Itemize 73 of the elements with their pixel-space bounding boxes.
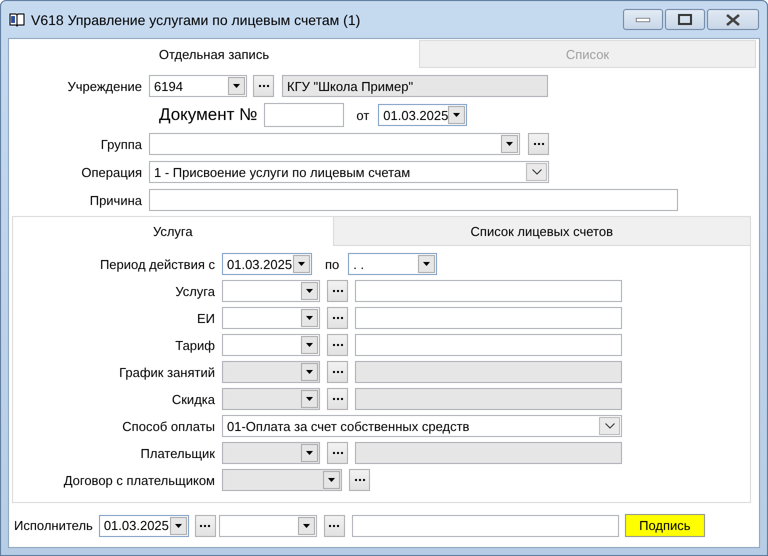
field-label: Исполнитель [14,518,93,533]
dropdown-field[interactable] [218,514,317,536]
window-title: V618 Управление услугами по лицевым счетам (1) [31,12,362,28]
dropdown-arrow-icon [302,524,310,528]
field-label: Плательщик [140,446,216,460]
field-label: Группа [100,136,143,152]
chevron-down-icon [532,169,542,175]
browse-button[interactable] [253,75,274,97]
browse-button[interactable] [327,334,348,356]
dropdown-arrow-icon [298,262,305,266]
text-field[interactable] [352,514,619,536]
dropdown-arrow-icon [506,142,513,146]
maximize-icon [678,14,692,25]
date-field[interactable]: 01.03.2025 [98,514,189,536]
dropdown-field[interactable]: 6194 [149,75,247,97]
date-label: от [356,108,370,122]
dropdown-arrow-icon [306,451,313,455]
dropdown-arrow-icon [453,113,460,117]
field-label: Операция [80,164,143,180]
browse-button[interactable] [528,133,549,155]
dropdown-field[interactable]: 01-Оплата за счет собственных средств [222,415,622,437]
dropdown-arrow-icon [306,370,313,374]
book-icon [9,12,25,27]
maximize-button[interactable] [665,9,705,30]
browse-button[interactable] [194,514,216,536]
field-label: ЕИ [196,310,216,326]
browse-button[interactable] [327,307,348,329]
dropdown-field[interactable]: 1 - Присвоение услуги по лицевым счетам [149,161,549,183]
dropdown-arrow-icon [306,289,313,293]
field-label: Период действия с [98,256,216,272]
chevron-down-icon [604,423,614,429]
field-label: Причина [88,192,143,208]
dropdown-field[interactable] [222,280,320,302]
text-field[interactable] [355,280,622,302]
dropdown-arrow-icon [174,524,182,528]
field-label: Скидка [170,392,216,406]
tab[interactable]: Список лицевых счетов [332,217,750,246]
document-number-field[interactable] [264,103,344,127]
browse-button[interactable] [349,469,370,491]
close-button[interactable] [707,9,759,30]
date-field[interactable]: 01.03.2025 [378,104,468,126]
dropdown-arrow-icon [306,343,313,347]
close-icon [726,14,740,26]
dropdown-field[interactable] [222,334,320,356]
minimize-icon [636,18,650,22]
document-label: Документ № [159,105,258,125]
browse-button[interactable] [324,514,345,536]
date-label: по [325,256,340,272]
field-label: Способ оплаты [121,418,216,434]
browse-button[interactable] [327,442,348,464]
date-field[interactable]: 01.03.2025 [222,253,312,275]
browse-button[interactable] [327,388,348,410]
dropdown-arrow-icon [328,478,335,482]
browse-button[interactable] [327,280,348,302]
text-field[interactable] [355,307,622,329]
browse-button[interactable] [327,361,348,383]
dropdown-field[interactable] [222,307,320,329]
minimize-button[interactable] [623,9,663,30]
text-field[interactable] [149,189,678,211]
field-label: График занятий [118,364,216,380]
field-label: Услуга [174,284,216,298]
dropdown-arrow-icon [233,84,240,88]
date-field[interactable]: . . [348,253,438,275]
field-label: Договор с плательщиком [62,472,216,488]
dropdown-arrow-icon [306,397,313,401]
text-field[interactable] [355,334,622,356]
dropdown-arrow-icon [423,262,430,266]
field-label: Учреждение [66,78,143,94]
institution-name-field: КГУ "Школа Пример" [282,75,548,97]
sign-button[interactable]: Подпись [624,514,705,537]
dropdown-arrow-icon [306,316,313,320]
dropdown-field[interactable] [149,133,520,155]
field-label: Тариф [174,338,216,352]
